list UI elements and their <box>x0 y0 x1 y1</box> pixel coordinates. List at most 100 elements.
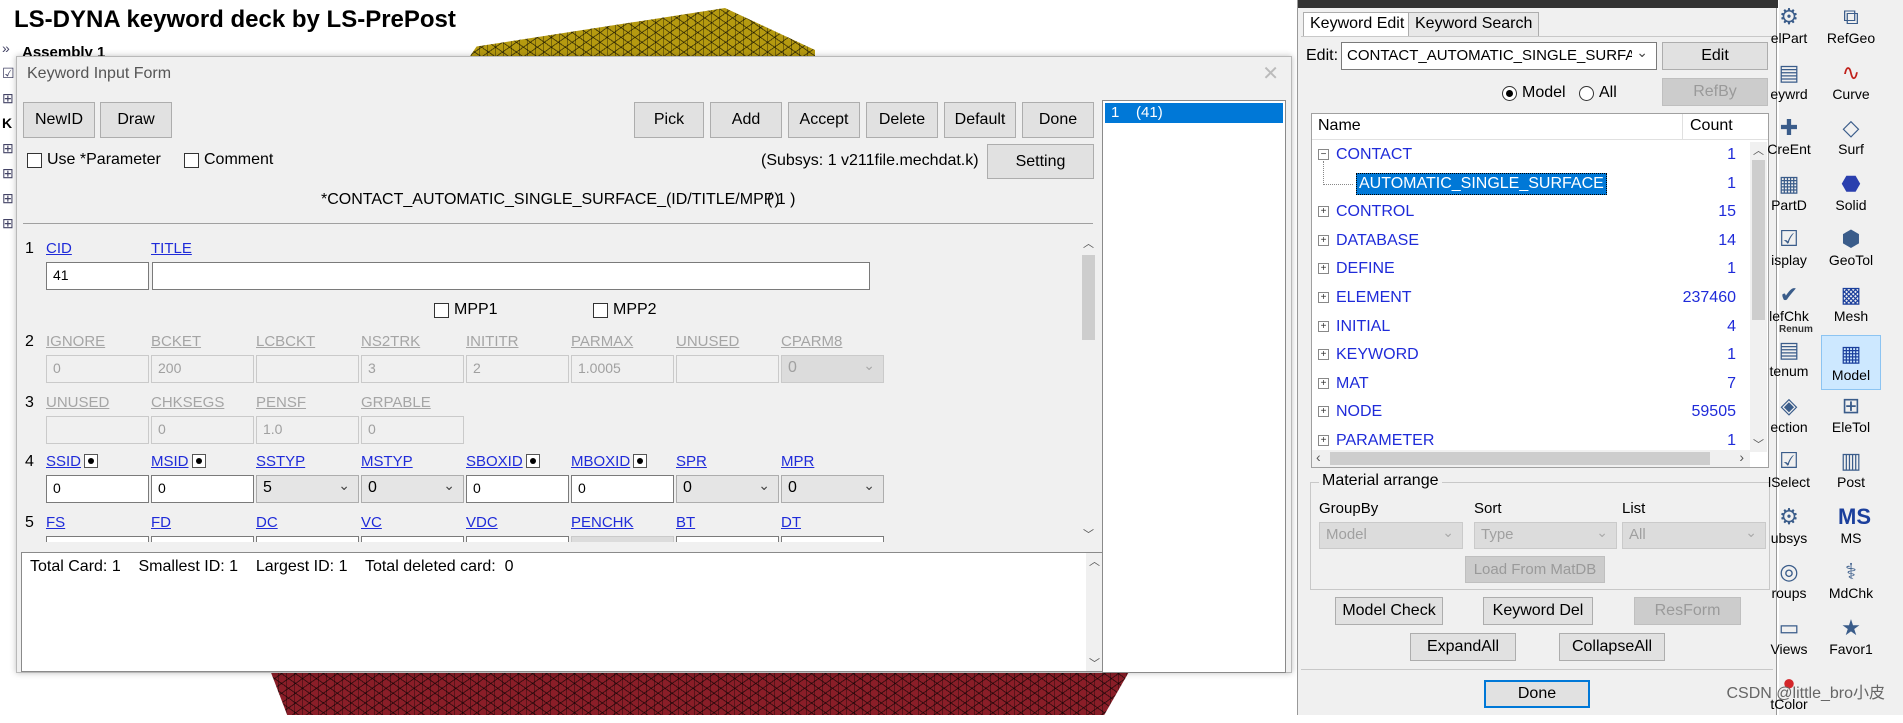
mboxid-input[interactable]: 0 <box>571 475 674 503</box>
tree-item-contact[interactable]: − CONTACT 1 <box>1312 142 1750 170</box>
toolbar-button-model[interactable]: ▦ Model <box>1821 335 1881 390</box>
expand-icon[interactable]: + <box>1318 349 1329 361</box>
title-input[interactable] <box>152 262 870 290</box>
scroll-right-icon[interactable]: › <box>1739 449 1744 465</box>
scroll-down-icon[interactable]: ﹀ <box>1089 655 1100 671</box>
toolbar-button-mesh[interactable]: ▩ Mesh <box>1821 280 1881 335</box>
toolbar-button-renumber[interactable]: ▤ tenum <box>1759 335 1819 390</box>
mpp1-checkbox[interactable]: MPP1 <box>434 301 498 319</box>
groupby-select[interactable]: Model ⌄ <box>1319 522 1463 549</box>
toolbar-button-ms[interactable]: MS MS <box>1821 502 1881 557</box>
field-label-mstyp[interactable]: MSTYP <box>361 453 413 470</box>
done-button[interactable]: Done <box>1022 102 1094 138</box>
scroll-thumb[interactable] <box>1330 452 1710 465</box>
toolbar-button-model-check[interactable]: ⚕ MdChk <box>1821 557 1881 612</box>
field-label-fd[interactable]: FD <box>151 514 171 531</box>
tree-item-define[interactable]: + DEFINE 1 <box>1312 256 1750 284</box>
collapse-all-button[interactable]: CollapseAll <box>1559 633 1665 661</box>
spr-select[interactable]: 0 ⌄ <box>676 475 779 503</box>
parmax-input[interactable]: 1.0005 <box>571 355 674 383</box>
tab-keyword-search[interactable]: Keyword Search <box>1408 12 1540 36</box>
ns2trk-input[interactable]: 3 <box>361 355 464 383</box>
scroll-thumb[interactable] <box>1082 255 1095 340</box>
tree-item-node[interactable]: + NODE 59505 <box>1312 399 1750 427</box>
id-list[interactable]: 1 (41) <box>1102 100 1286 673</box>
tree-item-control[interactable]: + CONTROL 15 <box>1312 199 1750 227</box>
chksegs-input[interactable]: 0 <box>151 416 254 444</box>
tree-hscroll[interactable]: ‹ › <box>1312 449 1750 467</box>
delete-button[interactable]: Delete <box>866 102 938 138</box>
field-label-ssid[interactable]: SSID <box>46 453 99 470</box>
cid-input[interactable]: 41 <box>46 262 149 290</box>
mpr-select[interactable]: 0 ⌄ <box>781 475 884 503</box>
sboxid-input[interactable]: 0 <box>466 475 569 503</box>
expand-icon[interactable]: + <box>1318 377 1329 389</box>
field-label-fs[interactable]: FS <box>46 514 65 531</box>
model-radio[interactable]: Model <box>1502 84 1566 102</box>
toolbar-button-subsys[interactable]: ⚙ ubsys <box>1759 502 1819 557</box>
field-label-penchk[interactable]: PENCHK <box>571 514 634 531</box>
use-parameter-checkbox[interactable]: Use *Parameter <box>27 151 161 169</box>
tree-item-database[interactable]: + DATABASE 14 <box>1312 228 1750 256</box>
unused-input[interactable] <box>46 416 149 444</box>
pick-dot-icon[interactable] <box>84 454 99 468</box>
pick-dot-icon[interactable] <box>191 454 206 468</box>
panel-done-button[interactable]: Done <box>1484 680 1590 708</box>
form-scrollbar[interactable]: ︿ ﹀ <box>1080 235 1097 542</box>
unused-input[interactable] <box>676 355 779 383</box>
msid-input[interactable]: 0 <box>151 475 254 503</box>
mstyp-select[interactable]: 0 ⌄ <box>361 475 464 503</box>
pick-dot-icon[interactable] <box>525 454 540 468</box>
pensf-input[interactable]: 1.0 <box>256 416 359 444</box>
toolbar-button-create-entity[interactable]: ✚ CreEnt <box>1759 113 1819 168</box>
bcket-input[interactable]: 200 <box>151 355 254 383</box>
field-label-mpr[interactable]: MPR <box>781 453 814 470</box>
field-label-vc[interactable]: VC <box>361 514 382 531</box>
list-select[interactable]: All ⌄ <box>1622 522 1766 549</box>
scroll-down-icon[interactable]: ﹀ <box>1083 526 1094 542</box>
tree-item-mat[interactable]: + MAT 7 <box>1312 371 1750 399</box>
toolbar-button-section[interactable]: ◈ ection <box>1759 391 1819 446</box>
sort-select[interactable]: Type ⌄ <box>1474 522 1617 549</box>
toolbar-button-part[interactable]: ⚙ elPart <box>1759 2 1819 57</box>
field-label-msid[interactable]: MSID <box>151 453 206 470</box>
list-item[interactable]: 1 (41) <box>1105 103 1283 123</box>
scroll-up-icon[interactable]: ︿ <box>1089 553 1100 569</box>
close-icon[interactable]: ✕ <box>1262 61 1279 86</box>
expand-icon[interactable]: + <box>1318 406 1329 418</box>
toolbar-button-curve[interactable]: ∿ Curve <box>1821 58 1881 113</box>
grpable-input[interactable]: 0 <box>361 416 464 444</box>
load-from-matdb-button[interactable]: Load From MatDB <box>1465 556 1605 583</box>
keyword-combobox[interactable]: CONTACT_AUTOMATIC_SINGLE_SURFAC ⌄ <box>1341 42 1657 70</box>
field-label-cid[interactable]: CID <box>46 240 72 257</box>
field-label-spr[interactable]: SPR <box>676 453 707 470</box>
ignore-input[interactable]: 0 <box>46 355 149 383</box>
toolbar-button-views[interactable]: ▭ Views <box>1759 613 1819 668</box>
field-label-sboxid[interactable]: SBOXID <box>466 453 540 470</box>
tab-keyword-edit[interactable]: Keyword Edit <box>1303 12 1412 36</box>
field-label-title[interactable]: TITLE <box>151 240 192 257</box>
toolbar-button-geotol[interactable]: ⬢ GeoTol <box>1821 224 1881 279</box>
tree-child-item[interactable]: AUTOMATIC_SINGLE_SURFACE 1 <box>1312 160 1750 199</box>
collapse-icon[interactable]: − <box>1318 149 1329 160</box>
tree-selected-label[interactable]: AUTOMATIC_SINGLE_SURFACE <box>1356 172 1607 195</box>
keyword-tree[interactable]: Name Count − CONTACT 1 AUTOMATIC_SINGLE_SUR… <box>1311 113 1769 468</box>
toolbar-button-keyword[interactable]: ▤ eywrd <box>1759 58 1819 113</box>
accept-button[interactable]: Accept <box>788 102 860 138</box>
lcbckt-input[interactable] <box>256 355 359 383</box>
model-check-button[interactable]: Model Check <box>1335 597 1443 625</box>
field-label-vdc[interactable]: VDC <box>466 514 498 531</box>
toolbar-button-refgeo[interactable]: ⧉ RefGeo <box>1821 2 1881 57</box>
all-radio[interactable]: All <box>1579 84 1617 102</box>
expand-icon[interactable]: + <box>1318 263 1329 275</box>
message-scrollbar[interactable]: ︿ ﹀ <box>1086 553 1103 671</box>
field-label-dt[interactable]: DT <box>781 514 801 531</box>
keyword-del-button[interactable]: Keyword Del <box>1483 597 1593 625</box>
toolbar-button-select[interactable]: ☑ lSelect <box>1759 446 1819 501</box>
tree-item-keyword[interactable]: + KEYWORD 1 <box>1312 342 1750 370</box>
scroll-up-icon[interactable]: ︿ <box>1083 235 1094 251</box>
expand-icon[interactable]: + <box>1318 292 1329 303</box>
tree-item-initial[interactable]: + INITIAL 4 <box>1312 314 1750 342</box>
inititr-input[interactable]: 2 <box>466 355 569 383</box>
toolbar-button-eletol[interactable]: ⊞ EleTol <box>1821 391 1881 446</box>
